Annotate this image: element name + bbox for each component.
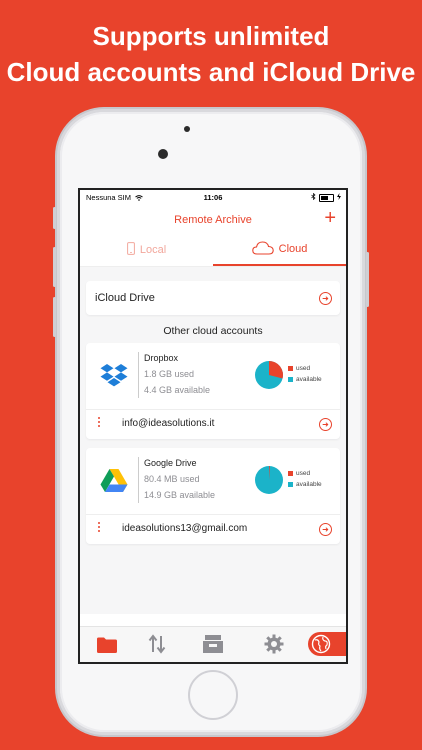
dropbox-logo-icon [100,363,128,389]
more-options-icon[interactable] [98,522,101,534]
storage-pie-chart [255,361,283,389]
used-swatch [288,470,293,476]
page-title: Remote Archive [174,214,252,226]
storage-legend: used available [288,363,322,385]
promo-headline: Supports unlimited Cloud accounts and iC… [0,18,422,90]
other-accounts-heading: Other cloud accounts [163,325,263,337]
account-available: 4.4 GB available [144,385,211,395]
home-button[interactable] [188,670,238,720]
account-email: ideasolutions13@gmail.com [122,523,248,534]
volume-up-button [53,247,56,287]
storage-pie-chart [255,466,283,494]
status-bar: Nessuna SIM 11:06 [80,190,346,204]
account-name: Google Drive [144,458,197,468]
power-button [366,252,369,307]
icloud-drive-row[interactable]: iCloud Drive ➜ [86,281,340,315]
account-available: 14.9 GB available [144,490,216,500]
legend-used: used [296,365,311,372]
divider [138,352,139,398]
account-email-row[interactable]: info@ideasolutions.it ➜ [86,409,340,439]
app-screen: Nessuna SIM 11:06 Remote Archive + Local… [78,188,348,664]
available-swatch [288,376,293,382]
more-options-icon[interactable] [98,417,101,429]
tab-local[interactable]: Local [80,234,213,266]
transfer-icon[interactable] [148,633,172,655]
storage-legend: used available [288,468,322,490]
cloud-icon [251,240,274,258]
phone-frame: Nessuna SIM 11:06 Remote Archive + Local… [53,112,369,732]
account-card-dropbox: Dropbox 1.8 GB used 4.4 GB available use… [86,343,340,439]
account-used: 80.4 MB used [144,474,200,484]
charging-icon [337,193,341,202]
account-summary[interactable]: Google Drive 80.4 MB used 14.9 GB availa… [86,448,340,515]
speaker-dot [184,126,190,132]
arrow-right-icon[interactable]: ➜ [319,523,332,536]
account-email: info@ideasolutions.it [122,418,215,429]
legend-used: used [296,470,311,477]
bluetooth-icon [311,192,316,202]
account-summary[interactable]: Dropbox 1.8 GB used 4.4 GB available use… [86,343,340,410]
bottom-tab-bar [80,626,346,662]
tab-cloud[interactable]: Cloud [213,234,346,266]
account-used: 1.8 GB used [144,369,195,379]
available-swatch [288,481,293,487]
used-swatch [288,365,293,371]
arrow-right-icon[interactable]: ➜ [319,418,332,431]
promo-line-1: Supports unlimited [92,21,330,51]
tab-cloud-label: Cloud [278,243,308,255]
remote-archive-tab[interactable] [308,632,346,656]
promo-line-2: Cloud accounts and iCloud Drive [6,57,416,87]
gear-icon[interactable] [264,633,288,655]
battery-icon [319,193,334,202]
legend-available: available [296,376,322,383]
arrow-right-icon[interactable]: ➜ [319,292,332,305]
add-account-button[interactable]: + [324,208,336,228]
clock: 11:06 [203,193,223,202]
divider [138,457,139,503]
globe-icon [311,634,331,659]
navigation-bar: Remote Archive + [80,204,346,234]
volume-down-button [53,297,56,337]
icloud-drive-label: iCloud Drive [95,292,155,304]
accounts-content: iCloud Drive ➜ Other cloud accounts Drop… [80,267,346,614]
phone-icon [126,242,135,258]
account-card-google-drive: Google Drive 80.4 MB used 14.9 GB availa… [86,448,340,544]
google-drive-logo-icon [100,468,128,494]
account-email-row[interactable]: ideasolutions13@gmail.com ➜ [86,514,340,544]
account-name: Dropbox [144,353,179,363]
mute-switch [53,207,56,229]
front-camera [158,149,168,159]
tab-local-label: Local [139,244,167,256]
archive-icon[interactable] [202,633,226,655]
folder-icon[interactable] [96,633,120,655]
source-segmented-control: Local Cloud [80,234,346,267]
legend-available: available [296,481,322,488]
